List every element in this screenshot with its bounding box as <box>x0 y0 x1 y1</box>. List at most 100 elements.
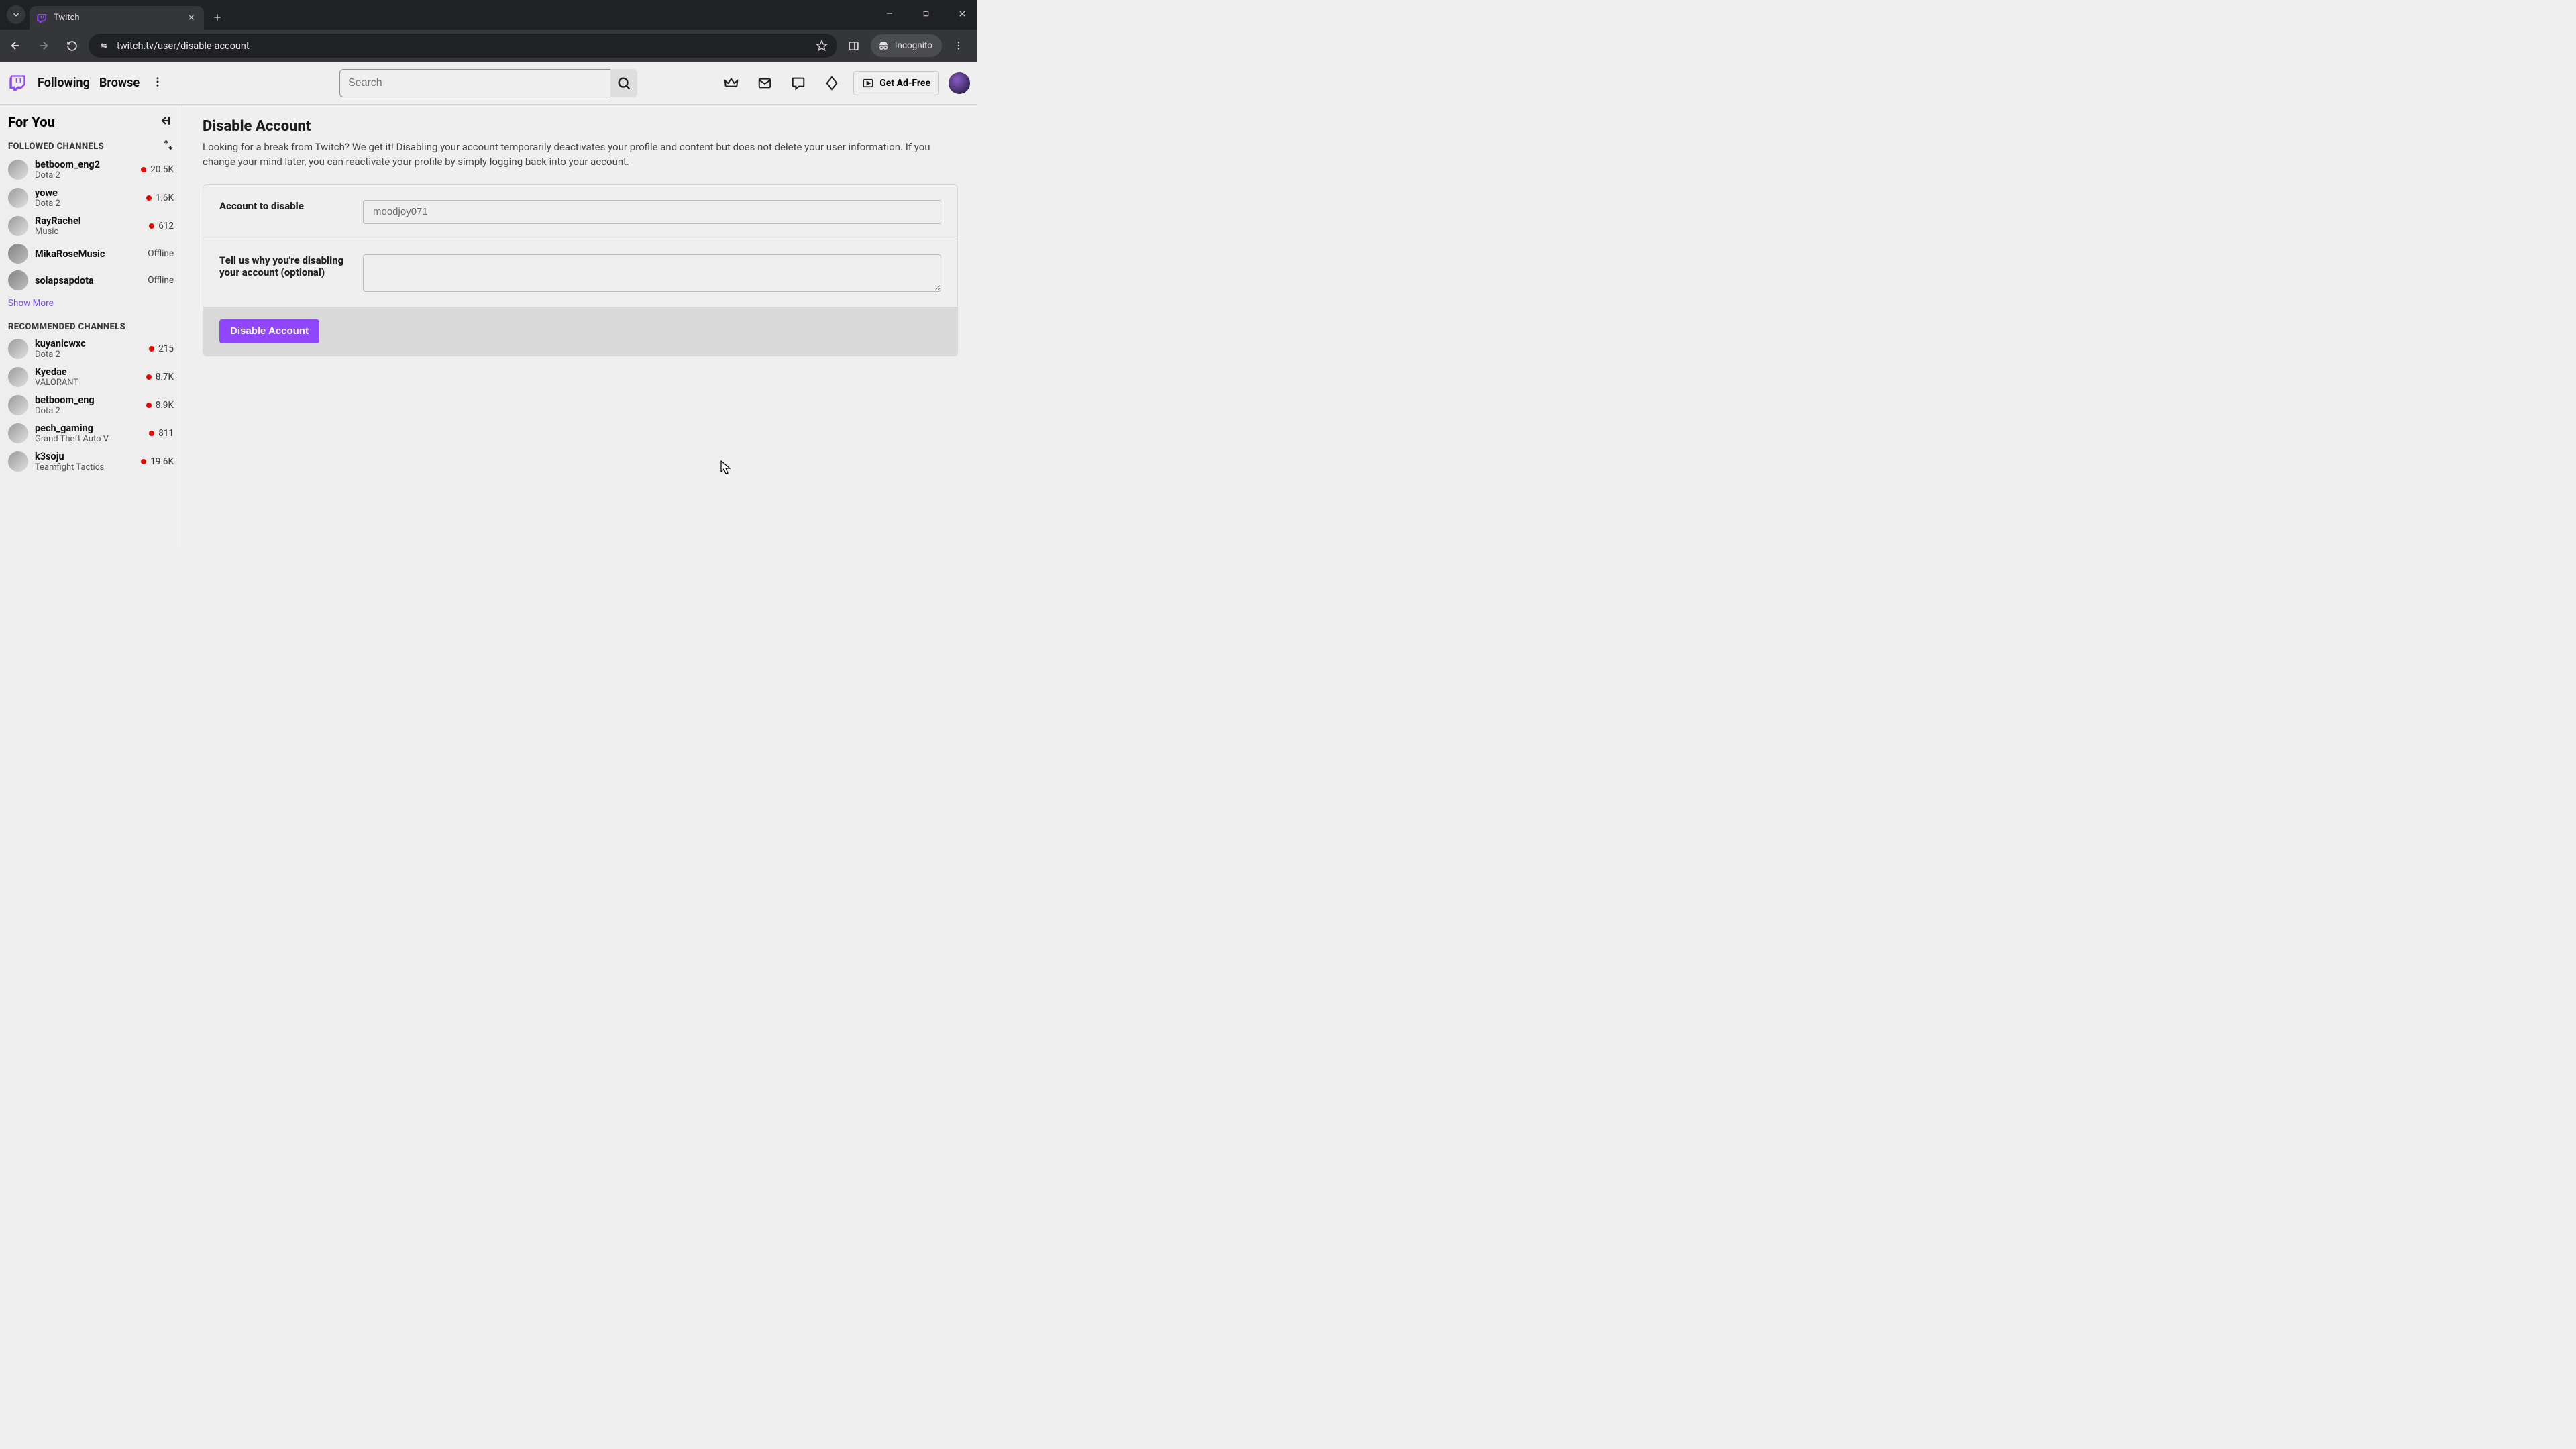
close-tab-button[interactable] <box>185 9 197 26</box>
browser-toolbar: twitch.tv/user/disable-account Incognito <box>0 30 977 62</box>
disable-submit-button[interactable]: Disable Account <box>219 319 319 343</box>
app-header: Following Browse Get Ad-Free <box>0 62 977 105</box>
side-panel-button[interactable] <box>843 34 865 57</box>
show-more-link[interactable]: Show More <box>0 294 182 315</box>
offline-label: Offline <box>148 275 174 286</box>
channel-name: k3soju <box>35 451 104 462</box>
nav-following[interactable]: Following <box>38 76 90 90</box>
prime-loot-button[interactable] <box>719 71 743 95</box>
site-settings-icon[interactable] <box>98 40 110 52</box>
channel-row[interactable]: k3sojuTeamfight Tactics 19.6K <box>0 447 182 476</box>
channel-row[interactable]: betboom_eng2Dota 2 20.5K <box>0 156 182 184</box>
account-label: Account to disable <box>219 200 348 224</box>
channel-game: Dota 2 <box>35 199 60 209</box>
whispers-button[interactable] <box>786 71 810 95</box>
channel-row[interactable]: RayRachelMusic 612 <box>0 212 182 240</box>
channel-game: Music <box>35 227 81 237</box>
channel-game: Teamfight Tactics <box>35 462 104 472</box>
channel-name: RayRachel <box>35 215 81 227</box>
channel-name: pech_gaming <box>35 423 109 434</box>
channel-meta: yoweDota 2 <box>35 187 60 209</box>
channel-status: 20.5K <box>141 164 174 175</box>
window-maximize-button[interactable] <box>914 4 938 23</box>
live-dot-icon <box>146 195 152 201</box>
row-reason: Tell us why you're disabling your accoun… <box>203 239 957 307</box>
channel-name: betboom_eng2 <box>35 159 100 170</box>
twitch-logo[interactable] <box>7 72 28 94</box>
channel-row[interactable]: pech_gamingGrand Theft Auto V 811 <box>0 419 182 447</box>
channel-name: solapsapdota <box>35 275 94 286</box>
channel-name: betboom_eng <box>35 394 95 406</box>
channel-row[interactable]: MikaRoseMusic Offline <box>0 240 182 267</box>
channel-name: MikaRoseMusic <box>35 248 105 260</box>
arrow-left-icon <box>9 40 21 52</box>
collapse-sidebar-button[interactable] <box>159 114 172 130</box>
channel-status: 8.9K <box>146 400 174 411</box>
channel-meta: MikaRoseMusic <box>35 248 105 260</box>
inbox-button[interactable] <box>753 71 777 95</box>
search-input[interactable] <box>339 69 610 97</box>
ad-free-button[interactable]: Get Ad-Free <box>853 71 939 95</box>
nav-more-button[interactable] <box>149 72 166 95</box>
channel-name: yowe <box>35 187 60 199</box>
chevron-down-icon <box>11 10 21 19</box>
for-you-heading: For You <box>8 114 55 130</box>
reason-label: Tell us why you're disabling your accoun… <box>219 254 348 292</box>
kebab-icon <box>953 40 964 51</box>
reason-textarea[interactable] <box>363 254 941 292</box>
channel-avatar <box>8 367 28 387</box>
incognito-indicator[interactable]: Incognito <box>871 34 942 57</box>
nav-browse[interactable]: Browse <box>99 76 140 90</box>
channel-meta: RayRachelMusic <box>35 215 81 237</box>
channel-game: VALORANT <box>35 378 78 388</box>
channel-status: Offline <box>148 248 174 259</box>
browser-menu-button[interactable] <box>947 34 970 57</box>
bits-icon <box>824 76 839 91</box>
viewer-count: 20.5K <box>150 164 174 175</box>
window-close-button[interactable] <box>950 4 974 23</box>
user-avatar[interactable] <box>949 72 970 94</box>
bits-button[interactable] <box>820 71 844 95</box>
channel-row[interactable]: KyedaeVALORANT 8.7K <box>0 363 182 391</box>
viewer-count: 612 <box>158 221 174 231</box>
row-account: Account to disable <box>203 185 957 239</box>
channel-game: Grand Theft Auto V <box>35 434 109 444</box>
channel-status: 19.6K <box>141 456 174 467</box>
channel-row[interactable]: betboom_engDota 28.9K <box>0 391 182 419</box>
followed-heading: FOLLOWED CHANNELS <box>8 142 104 152</box>
tab-search-button[interactable] <box>7 5 25 24</box>
channel-status: Offline <box>148 275 174 286</box>
tab-strip: Twitch <box>0 0 977 30</box>
address-bar[interactable]: twitch.tv/user/disable-account <box>89 34 837 58</box>
channel-row[interactable]: yoweDota 2 1.6K <box>0 184 182 212</box>
nav-back-button[interactable] <box>4 34 27 57</box>
live-dot-icon <box>146 374 152 380</box>
new-tab-button[interactable] <box>208 8 227 27</box>
kebab-icon <box>152 76 164 88</box>
viewer-count: 811 <box>158 428 174 439</box>
channel-meta: solapsapdota <box>35 275 94 286</box>
sort-followed-button[interactable] <box>163 140 174 153</box>
browser-chrome: Twitch twitch.tv/user/disable-account In… <box>0 0 977 62</box>
channel-meta: betboom_eng2Dota 2 <box>35 159 100 180</box>
channel-row[interactable]: kuyanicwxcDota 2215 <box>0 335 182 363</box>
channel-avatar <box>8 270 28 290</box>
page-title: Disable Account <box>203 118 958 135</box>
channel-name: kuyanicwxc <box>35 338 86 350</box>
channel-avatar <box>8 339 28 359</box>
minimize-icon <box>885 9 894 17</box>
panel-icon <box>848 40 859 52</box>
search-button[interactable] <box>610 69 637 97</box>
browser-tab[interactable]: Twitch <box>30 6 204 30</box>
channel-row[interactable]: solapsapdota Offline <box>0 267 182 294</box>
window-minimize-button[interactable] <box>877 4 902 23</box>
channel-status: 215 <box>149 343 174 354</box>
channel-status: 8.7K <box>146 372 174 382</box>
reload-button[interactable] <box>60 34 83 57</box>
channel-name: Kyedae <box>35 366 78 378</box>
bookmark-icon[interactable] <box>816 40 828 52</box>
viewer-count: 8.9K <box>156 400 174 411</box>
viewer-count: 1.6K <box>156 193 174 203</box>
nav-forward-button[interactable] <box>32 34 55 57</box>
search-wrap <box>339 69 637 97</box>
